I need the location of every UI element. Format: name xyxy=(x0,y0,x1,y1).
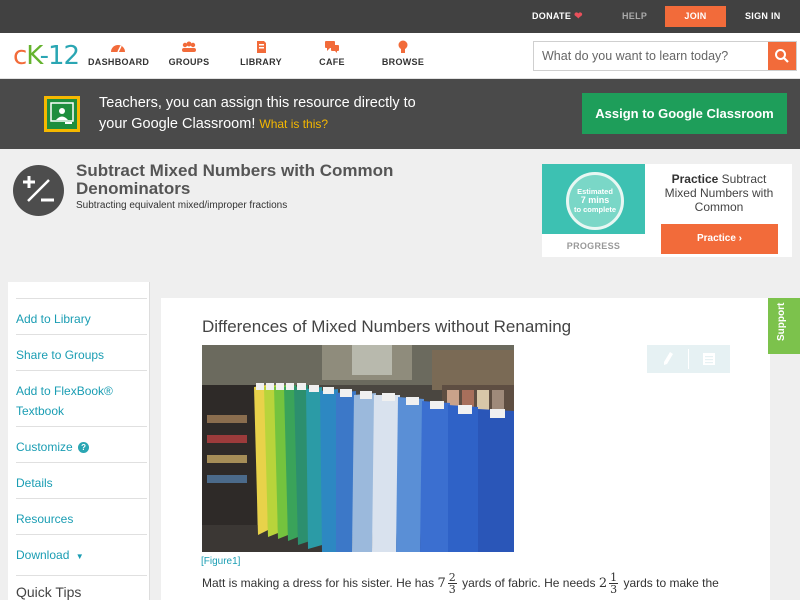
estimate-line2: 7 mins xyxy=(580,195,610,205)
search-box xyxy=(533,41,797,71)
chevron-right-icon: › xyxy=(738,233,743,244)
practice-description: Practice Subtract Mixed Numbers with Com… xyxy=(654,172,784,214)
problem-text-c: yards to make the xyxy=(623,576,719,590)
fraction-2: 13 xyxy=(609,572,619,597)
nav-cafe[interactable]: CAFE xyxy=(314,40,350,67)
page-title: Subtract Mixed Numbers with Common Denom… xyxy=(76,161,394,198)
practice-desc-3: Common xyxy=(694,200,744,214)
sidebar-add-to-flexbook[interactable]: Add to FlexBook® Textbook xyxy=(16,370,147,421)
progress-label: PROGRESS xyxy=(566,241,621,251)
sidebar-item-label: Download xyxy=(16,548,70,562)
google-classroom-icon xyxy=(44,96,80,132)
classroom-message-line1: Teachers, you can assign this resource d… xyxy=(99,95,416,111)
search-button[interactable] xyxy=(768,42,796,70)
cafe-icon xyxy=(325,41,339,53)
heart-icon: ❤ xyxy=(574,11,583,22)
mixed-number-whole-1: 7 xyxy=(437,576,446,591)
quick-tips-heading[interactable]: Quick Tips xyxy=(16,575,147,600)
estimate-badge: Estimated 7 mins to complete xyxy=(566,172,624,230)
mixed-number-whole-2: 2 xyxy=(598,576,608,591)
sidebar-download[interactable]: Download ▼ xyxy=(16,534,147,567)
sidebar-share-to-groups[interactable]: Share to Groups xyxy=(16,334,147,365)
google-classroom-banner: Teachers, you can assign this resource d… xyxy=(0,79,800,149)
logo-k: K xyxy=(26,41,40,71)
library-icon xyxy=(257,41,266,53)
nav-dashboard[interactable]: DASHBOARD xyxy=(88,40,150,67)
ck12-logo[interactable]: cK-12 xyxy=(13,41,80,71)
dashboard-icon xyxy=(111,45,125,53)
assign-google-classroom-button[interactable]: Assign to Google Classroom xyxy=(582,93,787,134)
page-subtitle: Subtracting equivalent mixed/improper fr… xyxy=(76,200,288,211)
practice-desc-2: Mixed Numbers with xyxy=(664,186,774,200)
sign-in-link[interactable]: SIGN IN xyxy=(745,11,781,21)
support-label: Support xyxy=(776,302,787,341)
sidebar-customize[interactable]: Customize ? xyxy=(16,426,147,457)
section-title: Differences of Mixed Numbers without Ren… xyxy=(202,317,572,336)
problem-text-b: yards of fabric. He needs xyxy=(462,576,596,590)
sidebar-item-label: Resources xyxy=(16,512,74,526)
sidebar-resources[interactable]: Resources xyxy=(16,498,147,529)
logo-c: c xyxy=(13,41,27,71)
help-link[interactable]: HELP xyxy=(622,11,647,21)
browse-icon xyxy=(398,40,408,53)
progress-panel: Estimated 7 mins to complete xyxy=(542,164,645,234)
sidebar-item-label: Customize xyxy=(16,440,73,454)
estimate-line3: to complete xyxy=(573,205,617,214)
donate-link[interactable]: DONATE ❤ xyxy=(532,11,583,22)
groups-icon xyxy=(182,41,196,52)
problem-text-a: Matt is making a dress for his sister. H… xyxy=(202,576,435,590)
nav-browse-label: BROWSE xyxy=(381,57,425,67)
fabric-photo xyxy=(202,345,514,552)
sidebar-add-to-library[interactable]: Add to Library xyxy=(16,298,147,329)
nav-library-label: LIBRARY xyxy=(240,57,282,67)
sidebar-item-label: Details xyxy=(16,476,53,490)
nav-library[interactable]: LIBRARY xyxy=(239,40,283,67)
practice-button-label: Practice xyxy=(696,233,736,244)
concept-header: Subtract Mixed Numbers with Common Denom… xyxy=(0,149,800,282)
pencil-icon[interactable] xyxy=(662,351,674,367)
practice-card: Estimated 7 mins to complete PROGRESS Prac… xyxy=(542,164,792,257)
caret-down-icon: ▼ xyxy=(75,552,84,561)
nav-groups[interactable]: GROUPS xyxy=(167,40,211,67)
what-is-this-link[interactable]: What is this? xyxy=(259,117,328,131)
figure-caption[interactable]: [Figure1] xyxy=(201,556,240,567)
practice-button[interactable]: Practice › xyxy=(661,224,778,254)
annotation-tools xyxy=(647,345,730,373)
main-content: Differences of Mixed Numbers without Ren… xyxy=(161,298,770,600)
nav-cafe-label: CAFE xyxy=(319,57,345,67)
classroom-message: Teachers, you can assign this resource d… xyxy=(99,93,416,135)
classroom-message-line2: your Google Classroom! xyxy=(99,116,256,132)
join-button[interactable]: JOIN xyxy=(665,6,726,27)
plus-minus-icon xyxy=(13,165,64,216)
sidebar-item-label: Share to Groups xyxy=(16,348,105,362)
sidebar: Add to Library Share to Groups Add to Fl… xyxy=(8,282,150,600)
fraction-1-denominator: 3 xyxy=(448,583,456,597)
sidebar-details[interactable]: Details xyxy=(16,462,147,493)
practice-desc-1: Subtract xyxy=(721,172,767,186)
sidebar-item-label-2: Textbook xyxy=(16,404,65,418)
help-icon[interactable]: ? xyxy=(78,442,90,453)
sidebar-item-label: Add to FlexBook® xyxy=(16,384,113,398)
fraction-2-denominator: 3 xyxy=(610,583,618,597)
support-tab[interactable]: Support xyxy=(768,298,800,354)
notes-icon[interactable] xyxy=(702,352,716,366)
logo-12: -12 xyxy=(39,41,80,71)
top-bar: DONATE ❤ HELP JOIN SIGN IN xyxy=(0,0,800,33)
practice-bold-label: Practice xyxy=(671,172,719,186)
sidebar-item-label: Add to Library xyxy=(16,312,91,326)
fraction-1: 23 xyxy=(447,572,457,597)
nav-dashboard-label: DASHBOARD xyxy=(88,57,150,67)
main-nav: cK-12 DASHBOARD GROUPS LIBRARY CAFE BROW… xyxy=(0,33,800,79)
nav-browse[interactable]: BROWSE xyxy=(381,40,425,67)
nav-groups-label: GROUPS xyxy=(168,57,210,67)
donate-label: DONATE xyxy=(532,11,572,21)
search-icon xyxy=(775,49,789,63)
problem-text: Matt is making a dress for his sister. H… xyxy=(202,570,719,597)
search-input[interactable] xyxy=(534,42,769,70)
